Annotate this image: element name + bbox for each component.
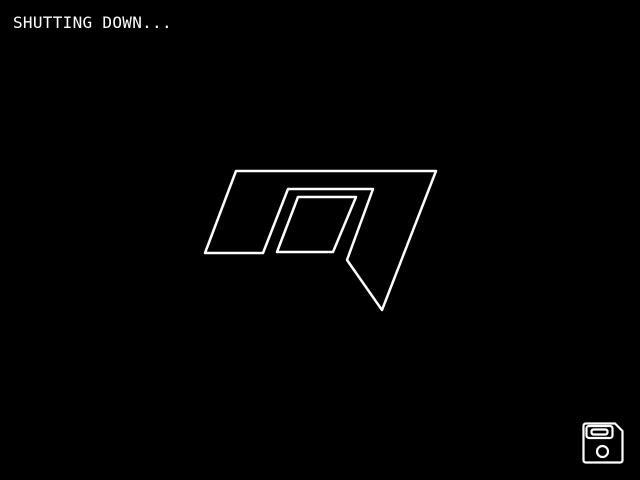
shutdown-screen: SHUTTING DOWN... bbox=[0, 0, 640, 480]
floppy-disk-save-icon[interactable] bbox=[582, 422, 624, 464]
angular-outline-logo-icon bbox=[203, 169, 438, 312]
